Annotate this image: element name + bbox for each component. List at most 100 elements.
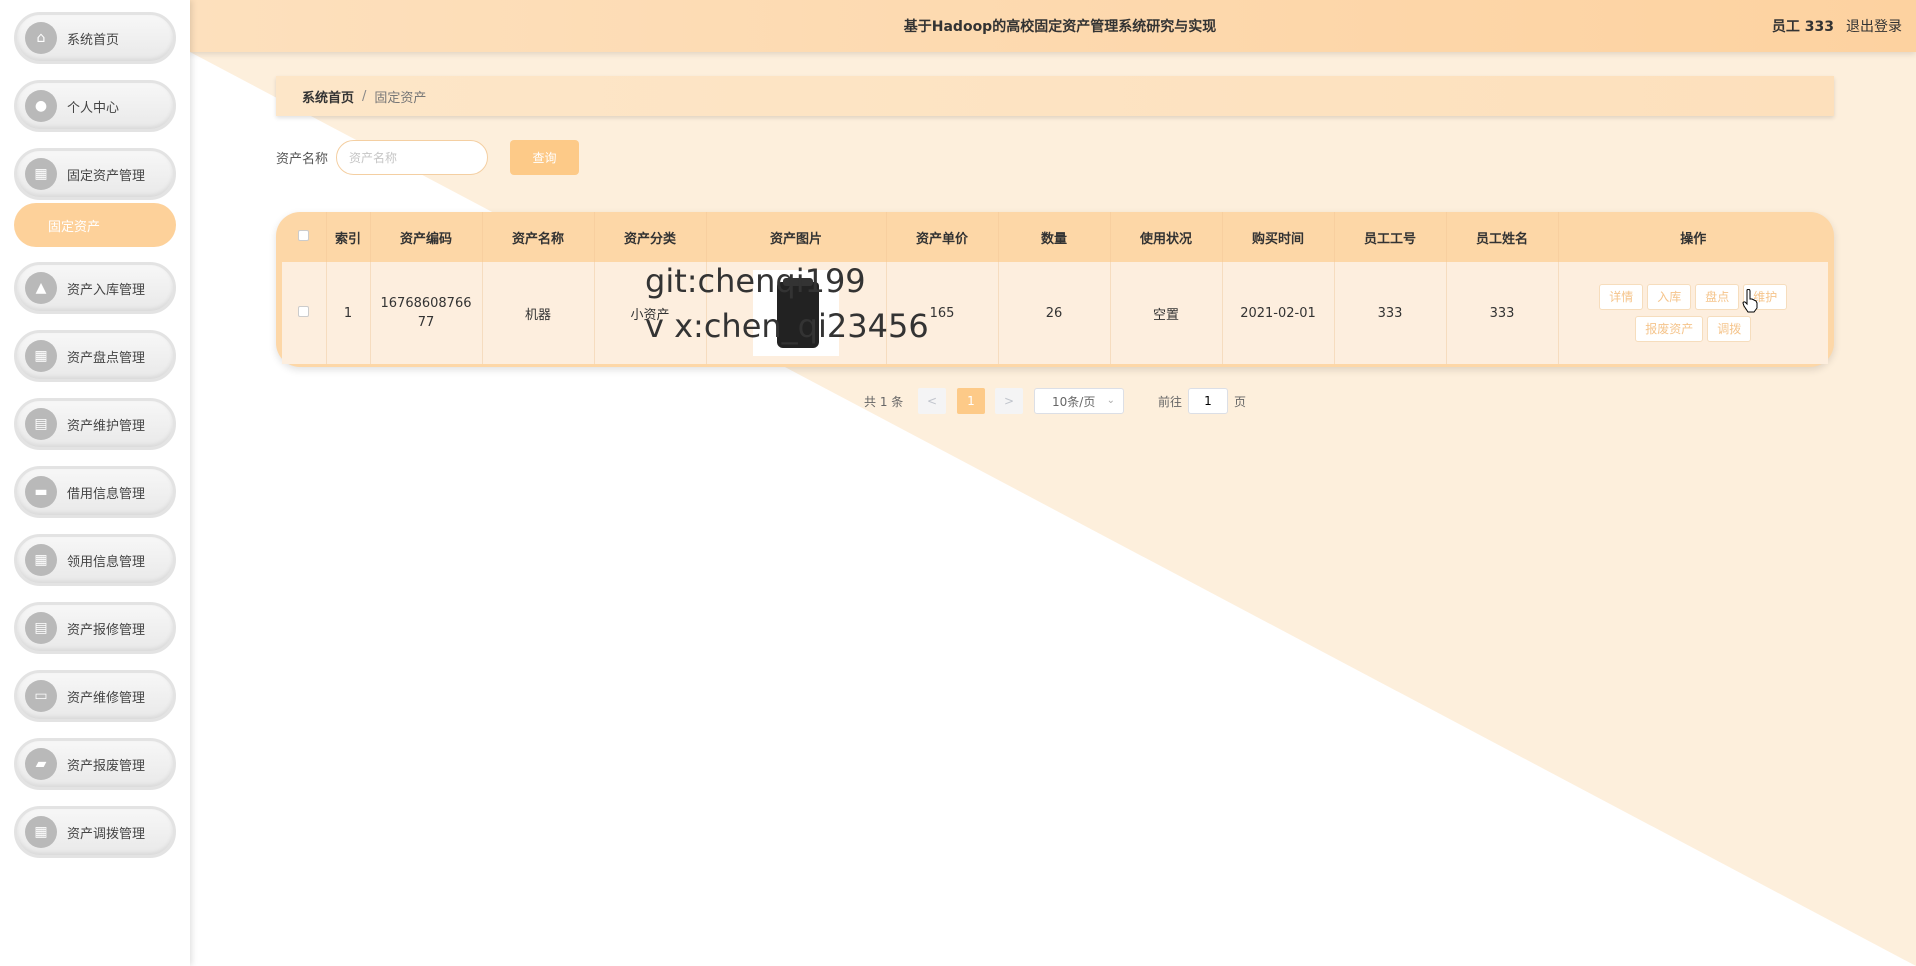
clipboard-icon: ▤ xyxy=(25,612,57,644)
cell-quantity: 26 xyxy=(998,262,1111,364)
search-button[interactable]: 查询 xyxy=(510,140,579,175)
asset-name-search-input[interactable] xyxy=(336,140,488,175)
sidebar-item-home[interactable]: ⌂ 系统首页 xyxy=(14,12,176,64)
grid-icon: ▦ xyxy=(25,158,57,190)
home-icon: ⌂ xyxy=(25,22,57,54)
grid-icon: ▦ xyxy=(25,340,57,372)
page-size-value: 10条/页 xyxy=(1052,394,1096,409)
asset-image[interactable] xyxy=(753,270,839,356)
user-icon: ● xyxy=(25,90,57,122)
sidebar-item-label: 借用信息管理 xyxy=(67,486,146,502)
submenu-item-label: 固定资产 xyxy=(48,219,101,235)
transfer-button[interactable]: 调拨 xyxy=(1707,316,1752,342)
grid-icon: ▦ xyxy=(25,544,57,576)
pagination-page-1[interactable]: 1 xyxy=(957,388,985,414)
scrap-asset-button[interactable]: 报废资产 xyxy=(1635,316,1704,342)
column-header: 操作 xyxy=(1680,231,1707,247)
inventory-button[interactable]: 盘点 xyxy=(1695,284,1740,310)
cell-category: 小资产 xyxy=(594,262,707,364)
current-user: 员工 333 xyxy=(1771,19,1834,35)
goto-page-unit: 页 xyxy=(1234,395,1247,409)
cell-code: 1676860876677 xyxy=(370,262,483,364)
sidebar-item-profile[interactable]: ● 个人中心 xyxy=(14,80,176,132)
column-header: 资产名称 xyxy=(482,212,595,262)
sidebar-item-repair-report[interactable]: ▤ 资产报修管理 xyxy=(14,602,176,654)
row-select-cell xyxy=(282,262,327,364)
sidebar-item-label: 资产维护管理 xyxy=(67,418,146,434)
background-decoration xyxy=(190,52,1916,966)
chat-icon: ▰ xyxy=(25,748,57,780)
select-all-cell xyxy=(282,212,327,262)
asset-table: 索引 资产编码 资产名称 资产分类 资产图片 资产单价 数量 使用状况 购买时间… xyxy=(276,212,1834,367)
chevron-down-icon: ⌄ xyxy=(1106,395,1115,406)
sidebar-item-asset-inbound[interactable]: ▲ 资产入库管理 xyxy=(14,262,176,314)
cell-actions: 详情 入库 盘点 维护 报废资产 调拨 xyxy=(1558,262,1828,364)
sidebar-item-scrap[interactable]: ▰ 资产报废管理 xyxy=(14,738,176,790)
column-header: 资产编码 xyxy=(370,212,483,262)
goto-page-input[interactable] xyxy=(1188,388,1228,414)
inbound-button[interactable]: 入库 xyxy=(1647,284,1692,310)
column-header: 使用状况 xyxy=(1110,212,1223,262)
breadcrumb: 系统首页 / 固定资产 xyxy=(276,76,1834,116)
submenu-item-fixed-assets[interactable]: 固定资产 xyxy=(14,203,176,247)
sidebar-item-label: 资产报修管理 xyxy=(67,622,146,638)
breadcrumb-current: 固定资产 xyxy=(374,90,427,106)
breadcrumb-separator: / xyxy=(362,88,367,104)
logout-link[interactable]: 退出登录 xyxy=(1846,16,1902,36)
pagination-prev-button[interactable]: < xyxy=(918,388,946,414)
sidebar-item-label: 资产入库管理 xyxy=(67,282,146,298)
sidebar-item-label: 资产盘点管理 xyxy=(67,350,146,366)
column-header: 员工姓名 xyxy=(1446,212,1559,262)
row-checkbox[interactable] xyxy=(298,305,310,317)
detail-button[interactable]: 详情 xyxy=(1599,284,1644,310)
sidebar-item-repair[interactable]: ▭ 资产维修管理 xyxy=(14,670,176,722)
grid-icon: ▦ xyxy=(25,816,57,848)
pagination-total: 共 1 条 xyxy=(864,395,904,409)
top-header: 基于Hadoop的高校固定资产管理系统研究与实现 员工 333 退出登录 xyxy=(190,0,1916,52)
sidebar-item-label: 领用信息管理 xyxy=(67,554,146,570)
sidebar: ⌂ 系统首页 ● 个人中心 ▦ 固定资产管理 固定资产 ▲ 资产入库管理 ▦ 资… xyxy=(0,0,190,966)
table-header-row: 索引 资产编码 资产名称 资产分类 资产图片 资产单价 数量 使用状况 购买时间… xyxy=(282,212,1828,262)
cell-buy-date: 2021-02-01 xyxy=(1222,262,1335,364)
search-label: 资产名称 xyxy=(276,152,329,167)
sidebar-item-transfer[interactable]: ▦ 资产调拨管理 xyxy=(14,806,176,858)
column-header: 索引 xyxy=(326,212,371,262)
sidebar-item-label: 固定资产管理 xyxy=(67,168,146,184)
sidebar-item-fixed-assets[interactable]: ▦ 固定资产管理 xyxy=(14,148,176,200)
monitor-icon: ▭ xyxy=(25,680,57,712)
sidebar-item-label: 资产维修管理 xyxy=(67,690,146,706)
sidebar-item-label: 资产调拨管理 xyxy=(67,826,146,842)
hand-cursor-icon xyxy=(1742,289,1758,313)
sidebar-item-label: 资产报废管理 xyxy=(67,758,146,774)
cell-name: 机器 xyxy=(482,262,595,364)
thumb-up-icon: ▲ xyxy=(25,272,57,304)
cell-emp-no: 333 xyxy=(1334,262,1447,364)
app-title: 基于Hadoop的高校固定资产管理系统研究与实现 xyxy=(903,19,1217,35)
sidebar-item-asset-inventory[interactable]: ▦ 资产盘点管理 xyxy=(14,330,176,382)
cell-index: 1 xyxy=(326,262,371,364)
goto-label: 前往 xyxy=(1158,395,1183,409)
sidebar-item-asset-maintenance[interactable]: ▤ 资产维护管理 xyxy=(14,398,176,450)
sidebar-item-label: 个人中心 xyxy=(67,100,120,116)
column-header: 资产分类 xyxy=(594,212,707,262)
cell-code-text: 1676860876677 xyxy=(380,296,472,330)
page-size-select[interactable]: 10条/页 ⌄ xyxy=(1034,388,1124,414)
cell-emp-name: 333 xyxy=(1446,262,1559,364)
column-header: 员工工号 xyxy=(1334,212,1447,262)
sidebar-item-label: 系统首页 xyxy=(67,32,120,48)
column-header: 资产单价 xyxy=(886,212,999,262)
clipboard-icon: ▤ xyxy=(25,408,57,440)
breadcrumb-home[interactable]: 系统首页 xyxy=(302,87,354,106)
column-header: 购买时间 xyxy=(1222,212,1335,262)
sidebar-item-receive[interactable]: ▦ 领用信息管理 xyxy=(14,534,176,586)
cell-status: 空置 xyxy=(1110,262,1223,364)
select-all-checkbox[interactable] xyxy=(298,229,310,241)
ticket-icon: ▬ xyxy=(25,476,57,508)
column-header: 资产图片 xyxy=(706,212,887,262)
pagination-next-button[interactable]: > xyxy=(995,388,1023,414)
table-row: 1 1676860876677 机器 小资产 165 26 空置 2021-02… xyxy=(282,262,1828,364)
sidebar-item-borrow[interactable]: ▬ 借用信息管理 xyxy=(14,466,176,518)
cell-image xyxy=(706,262,887,364)
column-header: 数量 xyxy=(998,212,1111,262)
cell-price: 165 xyxy=(886,262,999,364)
